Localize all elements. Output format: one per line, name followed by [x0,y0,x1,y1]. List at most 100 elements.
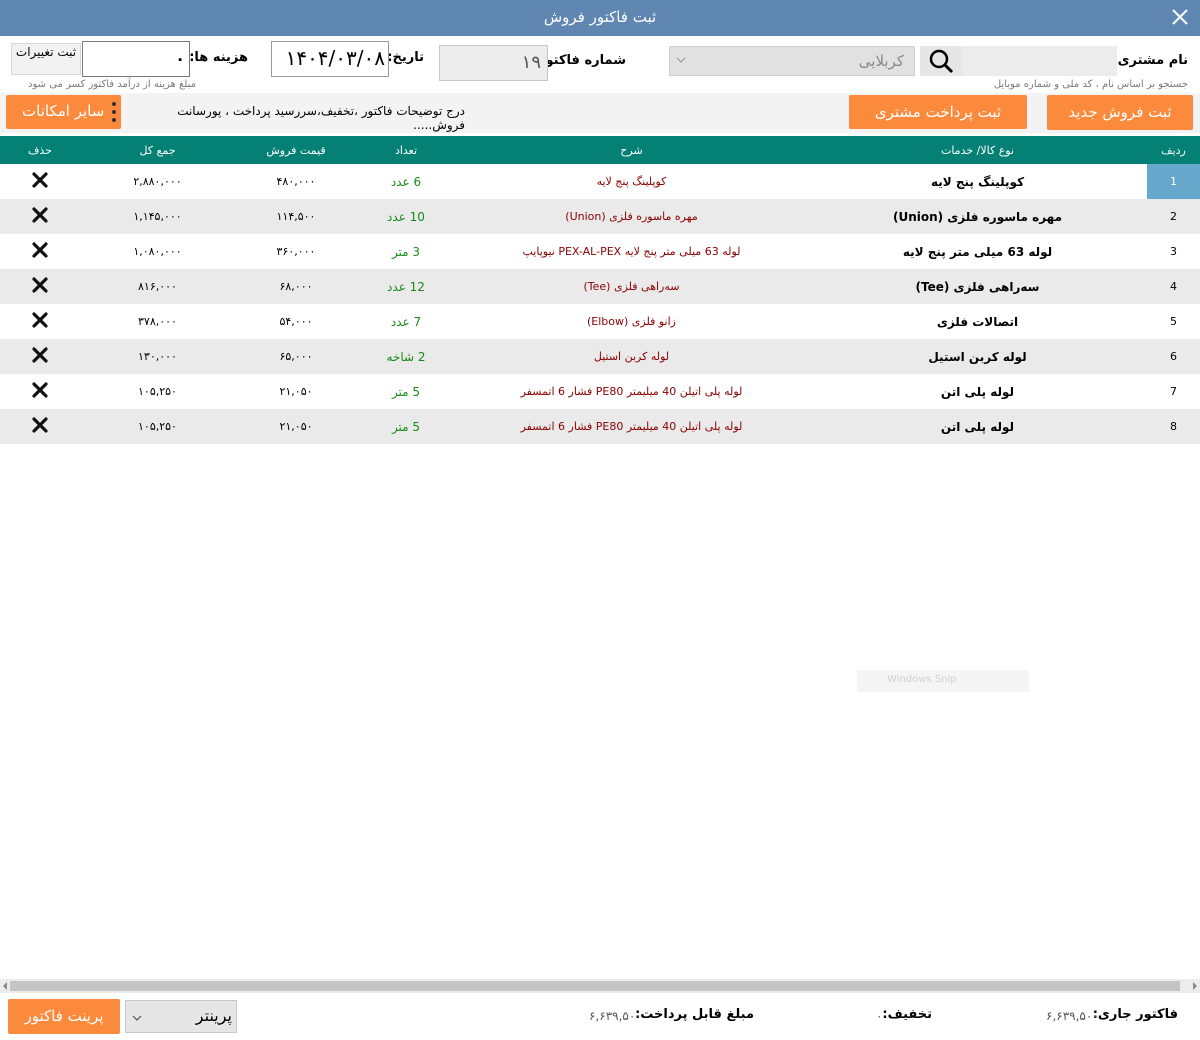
date-label: تاریخ: [387,50,424,65]
invoice-items-table: حذف جمع کل قیمت فروش تعداد شرح نوع کالا/… [0,136,1200,444]
total-cell: ۱,۰۸۰,۰۰۰ [80,234,235,269]
customer-search-input[interactable] [962,46,1117,76]
delete-cell[interactable] [0,409,80,444]
table-row[interactable]: ۱۰۵,۲۵۰ ۲۱,۰۵۰ 5 متر لوله پلی اتیلن 40 م… [0,374,1200,409]
payable-value: ۶,۶۳۹,۵۰۰ [589,1009,642,1023]
title-bar: ثبت فاکتور فروش [0,0,1200,36]
more-options-button[interactable]: سایر امکانات [6,95,121,129]
item-cell: سه‌راهی فلزی (Tee) [808,269,1147,304]
row-number-cell: 8 [1147,409,1200,444]
current-invoice-value: ۶,۶۳۹,۵۰۰ [1046,1009,1099,1023]
qty-cell: 3 متر [357,234,455,269]
price-cell: ۵۴,۰۰۰ [235,304,357,339]
invoice-number-field[interactable]: ۱۹ [439,45,548,81]
scroll-right-icon[interactable] [1191,982,1199,990]
qty-cell: 7 عدد [357,304,455,339]
total-cell: ۳۷۸,۰۰۰ [80,304,235,339]
invoice-notes-link[interactable]: درج توضیحات فاکتور ،تخفیف،سررسید پرداخت … [125,104,465,132]
total-cell: ۱,۱۴۵,۰۰۰ [80,199,235,234]
delete-cell[interactable] [0,304,80,339]
qty-cell: 10 عدد [357,199,455,234]
qty-cell: 2 شاخه [357,339,455,374]
qty-cell: 6 عدد [357,164,455,199]
printer-select[interactable]: پرینتر [125,1000,237,1033]
cost-value: ۰ [175,49,185,68]
delete-cell[interactable] [0,234,80,269]
item-cell: کوپلینگ پنج لایه [808,164,1147,199]
delete-cell[interactable] [0,269,80,304]
col-price-header: قیمت فروش [235,136,357,164]
more-options-label: سایر امکانات [22,102,105,120]
table-row[interactable]: ۱۳۰,۰۰۰ ۶۵,۰۰۰ 2 شاخه لوله کربن استیل لو… [0,339,1200,374]
delete-x-icon[interactable] [32,312,48,328]
table-row[interactable]: ۱,۰۸۰,۰۰۰ ۳۶۰,۰۰۰ 3 متر لوله 63 میلی متر… [0,234,1200,269]
desc-cell: کوپلینگ پنج لایه [455,164,808,199]
save-changes-button[interactable]: ثبت تغییرات [11,43,81,75]
col-row-header: ردیف [1147,136,1200,164]
col-qty-header: تعداد [357,136,455,164]
desc-cell: لوله پلی اتیلن 40 میلیمتر PE80 فشار 6 ات… [455,374,808,409]
item-cell: لوله پلی اتن [808,374,1147,409]
total-cell: ۸۱۶,۰۰۰ [80,269,235,304]
table-row[interactable]: ۸۱۶,۰۰۰ ۶۸,۰۰۰ 12 عدد سه‌راهی فلزی (Tee)… [0,269,1200,304]
horizontal-scrollbar[interactable] [0,979,1200,993]
item-cell: مهره ماسوره فلزی (Union) [808,199,1147,234]
table-row[interactable]: ۱۰۵,۲۵۰ ۲۱,۰۵۰ 5 متر لوله پلی اتیلن 40 م… [0,409,1200,444]
row-number-cell: 2 [1147,199,1200,234]
item-cell: لوله پلی اتن [808,409,1147,444]
table-row[interactable]: ۳۷۸,۰۰۰ ۵۴,۰۰۰ 7 عدد زانو فلزی (Elbow) ا… [0,304,1200,339]
delete-x-icon[interactable] [32,382,48,398]
desc-cell: زانو فلزی (Elbow) [455,304,808,339]
cost-field[interactable]: ۰ [82,41,190,77]
print-invoice-button[interactable]: پرینت فاکتور [8,999,120,1034]
total-cell: ۱۳۰,۰۰۰ [80,339,235,374]
price-cell: ۴۸۰,۰۰۰ [235,164,357,199]
delete-x-icon[interactable] [32,417,48,433]
col-desc-header: شرح [455,136,808,164]
delete-x-icon[interactable] [32,242,48,258]
price-cell: ۶۸,۰۰۰ [235,269,357,304]
customer-select-value: کربلایی [858,52,904,70]
printer-select-value: پرینتر [195,1006,232,1025]
delete-cell[interactable] [0,199,80,234]
discount-label: تخفیف: [882,1007,932,1022]
invoice-number-value: ۱۹ [521,52,541,73]
desc-cell: لوله پلی اتیلن 40 میلیمتر PE80 فشار 6 ات… [455,409,808,444]
customer-label: نام مشتری: [1112,53,1188,68]
customer-payment-button[interactable]: ثبت پرداخت مشتری [849,95,1027,129]
search-icon [929,49,954,74]
window-title: ثبت فاکتور فروش [543,8,657,26]
delete-cell[interactable] [0,164,80,199]
row-number-cell: 7 [1147,374,1200,409]
desc-cell: لوله 63 میلی متر پنج لایه PEX-AL-PEX نیو… [455,234,808,269]
customer-select[interactable]: کربلایی [669,46,915,76]
desc-cell: مهره ماسوره فلزی (Union) [455,199,808,234]
invoice-date-field[interactable]: ۱۴۰۴/۰۳/۰۸ [271,41,389,77]
item-cell: لوله 63 میلی متر پنج لایه [808,234,1147,269]
delete-cell[interactable] [0,374,80,409]
discount-value: ۰ [876,1009,883,1023]
row-number-cell: 5 [1147,304,1200,339]
delete-cell[interactable] [0,339,80,374]
table-row[interactable]: ۲,۸۸۰,۰۰۰ ۴۸۰,۰۰۰ 6 عدد کوپلینگ پنج لایه… [0,164,1200,199]
chevron-down-icon [132,1015,142,1021]
current-invoice-label: فاکتور جاری: [1092,1007,1178,1022]
close-icon[interactable] [1168,5,1192,29]
new-sale-button[interactable]: ثبت فروش جدید [1047,95,1193,130]
delete-x-icon[interactable] [32,207,48,223]
total-cell: ۱۰۵,۲۵۰ [80,409,235,444]
delete-x-icon[interactable] [32,277,48,293]
payable-label: مبلغ قابل پرداخت: [635,1007,754,1022]
customer-search-button[interactable] [920,46,962,76]
table-row[interactable]: ۱,۱۴۵,۰۰۰ ۱۱۴,۵۰۰ 10 عدد مهره ماسوره فلز… [0,199,1200,234]
item-cell: اتصالات فلزی [808,304,1147,339]
desc-cell: سه‌راهی فلزی (Tee) [455,269,808,304]
delete-x-icon[interactable] [32,172,48,188]
desc-cell: لوله کربن استیل [455,339,808,374]
row-number-cell: 6 [1147,339,1200,374]
scrollbar-thumb[interactable] [10,981,1180,991]
scroll-left-icon[interactable] [1,982,9,990]
table-header-row: حذف جمع کل قیمت فروش تعداد شرح نوع کالا/… [0,136,1200,164]
delete-x-icon[interactable] [32,347,48,363]
qty-cell: 5 متر [357,374,455,409]
